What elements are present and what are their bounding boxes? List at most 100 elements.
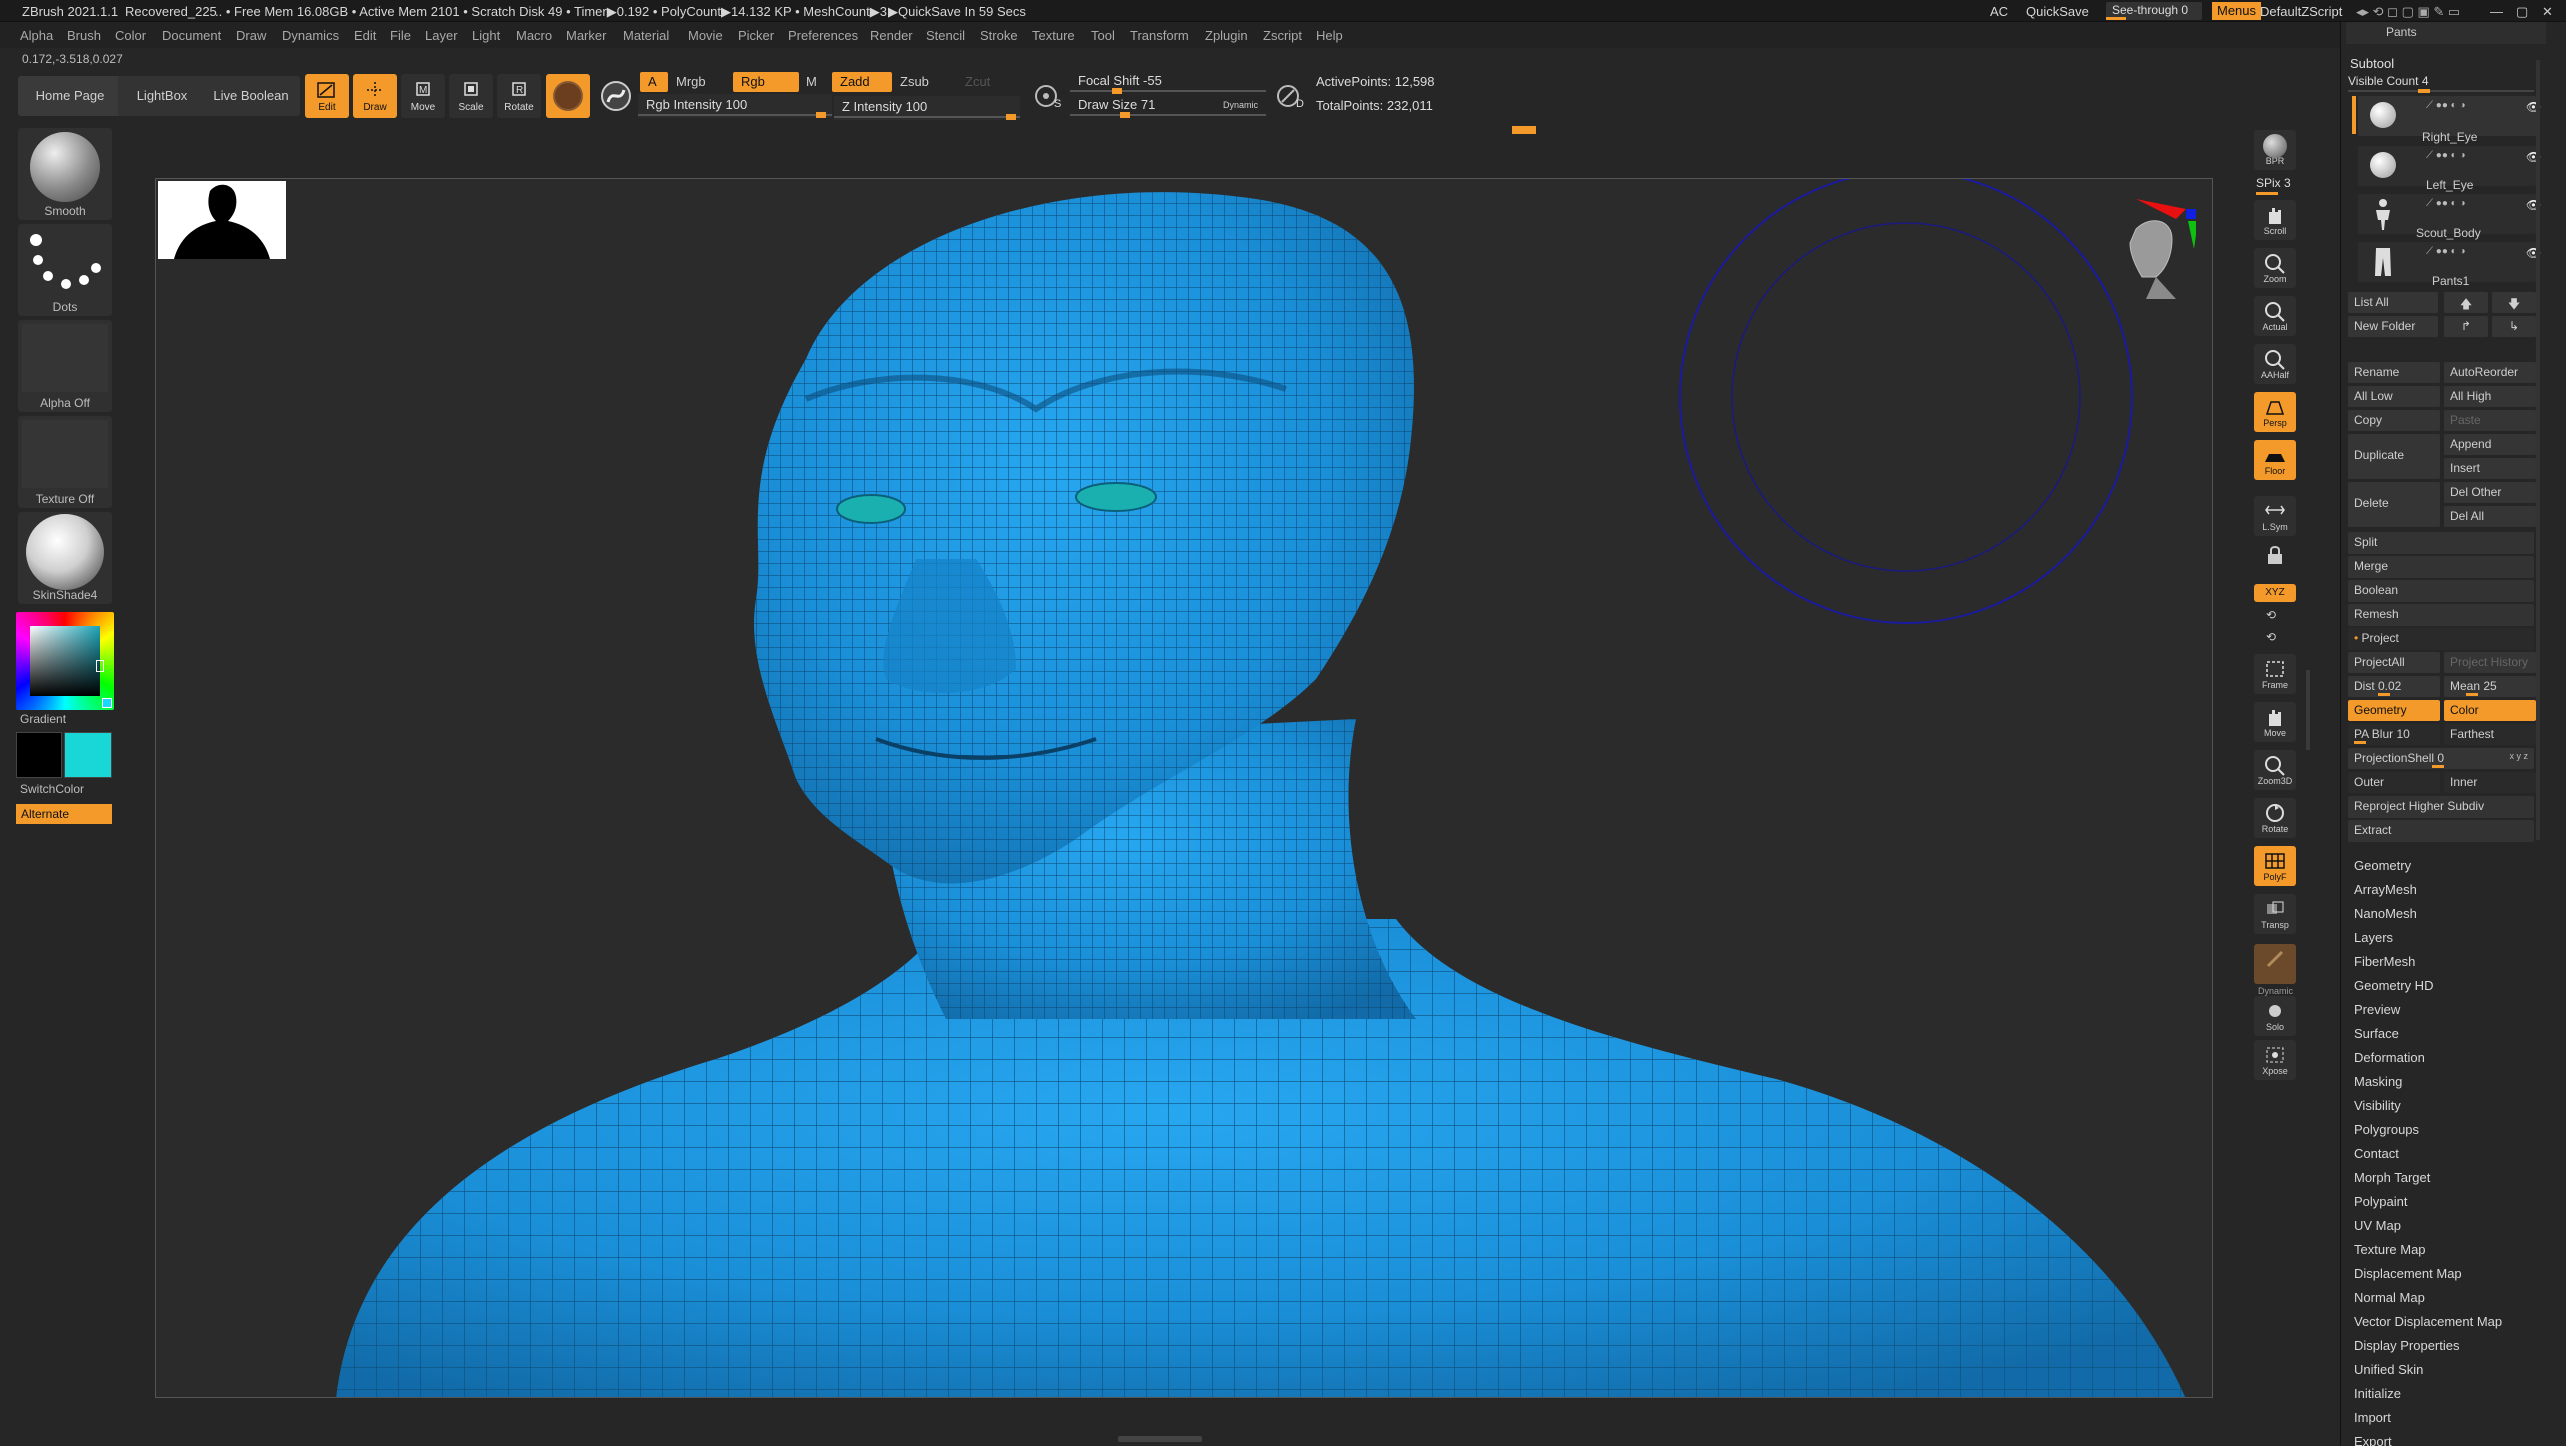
all-low-button[interactable]: All Low xyxy=(2348,386,2440,407)
z-intensity-slider[interactable]: Z Intensity 100 xyxy=(834,96,1020,120)
window-icons[interactable]: ◂▸ ⟲ ◻ ▢ ▣ ✎ ▭ xyxy=(2356,4,2460,20)
d-lock-button[interactable]: D xyxy=(1272,78,1308,114)
mean-knob[interactable] xyxy=(2466,693,2478,696)
palette-nanomesh[interactable]: NanoMesh xyxy=(2354,906,2417,921)
rgb-intensity-slider[interactable]: Rgb Intensity 100 xyxy=(638,94,832,118)
palette-texture-map[interactable]: Texture Map xyxy=(2354,1242,2426,1257)
subtool-name-right-eye[interactable]: Right_Eye xyxy=(2422,130,2477,144)
rgb-toggle[interactable]: Rgb xyxy=(733,72,799,92)
boolean-section[interactable]: Boolean xyxy=(2348,580,2534,602)
merge-section[interactable]: Merge xyxy=(2348,556,2534,578)
color-picker-square[interactable] xyxy=(30,626,100,696)
palette-polygroups[interactable]: Polygroups xyxy=(2354,1122,2419,1137)
projection-shell-slider[interactable]: ProjectionShell 0 x y z xyxy=(2348,748,2534,769)
zoom-button[interactable]: Zoom xyxy=(2254,248,2296,288)
xpose-button[interactable]: Xpose xyxy=(2254,1040,2296,1080)
menus-button[interactable]: Menus xyxy=(2212,2,2262,20)
draw-button[interactable]: Draw xyxy=(353,74,397,118)
subtool-name-pants1[interactable]: Pants1 xyxy=(2432,274,2469,288)
transp-button[interactable]: Transp xyxy=(2254,894,2296,934)
copy-button[interactable]: Copy xyxy=(2348,410,2440,431)
see-through-slider[interactable]: See-through 0 xyxy=(2106,2,2202,20)
tray-indicator[interactable] xyxy=(1512,126,1536,134)
palette-geometry[interactable]: Geometry xyxy=(2354,858,2411,873)
aahalf-button[interactable]: AAHalf xyxy=(2254,344,2296,384)
shelf-scrollbar[interactable] xyxy=(2306,670,2310,750)
material-shelf-button[interactable]: SkinShade4 xyxy=(18,512,112,604)
spix-slider[interactable]: SPix 3 xyxy=(2256,176,2291,190)
gradient-label[interactable]: Gradient xyxy=(20,712,66,726)
ac-button[interactable]: AC xyxy=(1990,4,2008,19)
mean-slider[interactable]: Mean 25 xyxy=(2444,676,2536,697)
reproject-higher-subdiv-button[interactable]: Reproject Higher Subdiv xyxy=(2348,796,2534,818)
actual-button[interactable]: Actual xyxy=(2254,296,2296,336)
rotate-z-icon[interactable]: ⟲ xyxy=(2266,630,2276,644)
palette-surface[interactable]: Surface xyxy=(2354,1026,2399,1041)
rotate-y-icon[interactable]: ⟲ xyxy=(2266,608,2276,622)
scout-body-toggles[interactable]: ⟋ ●● ◐ ◑ xyxy=(2426,246,2466,257)
secondary-color-swatch[interactable] xyxy=(64,732,112,778)
menu-zplugin[interactable]: Zplugin xyxy=(1205,28,1248,43)
visible-count-slider[interactable]: Visible Count 4 xyxy=(2348,74,2429,88)
m-toggle[interactable]: M xyxy=(798,72,825,92)
mrgb-toggle[interactable]: Mrgb xyxy=(668,72,714,92)
duplicate-button[interactable]: Duplicate xyxy=(2348,434,2440,479)
color-picker-cursor[interactable] xyxy=(96,660,104,672)
palette-preview[interactable]: Preview xyxy=(2354,1002,2400,1017)
palette-masking[interactable]: Masking xyxy=(2354,1074,2402,1089)
menu-brush[interactable]: Brush xyxy=(67,28,101,43)
panel-scrollbar[interactable] xyxy=(2536,60,2540,840)
palette-arraymesh[interactable]: ArrayMesh xyxy=(2354,882,2417,897)
subtool-name-scout-body[interactable]: Scout_Body xyxy=(2416,226,2481,240)
home-page-button[interactable]: Home Page xyxy=(18,76,122,116)
palette-morph-target[interactable]: Morph Target xyxy=(2354,1170,2430,1185)
live-boolean-button[interactable]: Live Boolean xyxy=(202,76,300,116)
menu-alpha[interactable]: Alpha xyxy=(20,28,53,43)
delete-button[interactable]: Delete xyxy=(2348,482,2440,527)
a-toggle[interactable]: A xyxy=(640,72,668,92)
z-intensity-knob[interactable] xyxy=(1006,114,1016,120)
lock-button[interactable] xyxy=(2263,544,2287,566)
zcut-toggle[interactable]: Zcut xyxy=(957,72,998,92)
navigation-head-icon[interactable] xyxy=(2106,199,2198,309)
palette-normal-map[interactable]: Normal Map xyxy=(2354,1290,2425,1305)
new-folder-button[interactable]: New Folder xyxy=(2348,316,2438,337)
palette-polypaint[interactable]: Polypaint xyxy=(2354,1194,2407,1209)
menu-light[interactable]: Light xyxy=(472,28,500,43)
palette-geometry-hd[interactable]: Geometry HD xyxy=(2354,978,2433,993)
palette-vector-displacement-map[interactable]: Vector Displacement Map xyxy=(2354,1314,2502,1329)
menu-marker[interactable]: Marker xyxy=(566,28,606,43)
append-button[interactable]: Append xyxy=(2444,434,2536,455)
document-canvas[interactable] xyxy=(155,178,2213,1398)
zoom3d-button[interactable]: Zoom3D xyxy=(2254,750,2296,790)
lsym-button[interactable]: L.Sym xyxy=(2254,496,2296,536)
menu-draw[interactable]: Draw xyxy=(236,28,266,43)
right-eye-toggles[interactable]: ⟋ ●● ◐ ◑ xyxy=(2426,150,2466,161)
rename-button[interactable]: Rename xyxy=(2348,362,2440,383)
stroke-dots-button[interactable]: Dots xyxy=(18,224,112,316)
stroke-button[interactable] xyxy=(598,74,634,118)
draw-size-knob[interactable] xyxy=(1120,112,1130,118)
brush-smooth-button[interactable]: Smooth xyxy=(18,128,112,220)
menu-edit[interactable]: Edit xyxy=(354,28,376,43)
bpr-button[interactable]: BPR xyxy=(2254,130,2296,170)
palette-initialize[interactable]: Initialize xyxy=(2354,1386,2401,1401)
minimize-icon[interactable]: — xyxy=(2490,4,2503,19)
menu-picker[interactable]: Picker xyxy=(738,28,774,43)
palette-deformation[interactable]: Deformation xyxy=(2354,1050,2425,1065)
mesh-right-eye[interactable] xyxy=(836,494,906,524)
menu-document[interactable]: Document xyxy=(162,28,221,43)
pa-blur-slider[interactable]: PA Blur 10 xyxy=(2348,724,2440,745)
menu-file[interactable]: File xyxy=(390,28,411,43)
focal-shift-slider[interactable]: Focal Shift -55 xyxy=(1070,70,1266,94)
menu-dynamics[interactable]: Dynamics xyxy=(282,28,339,43)
list-all-button[interactable]: List All xyxy=(2348,292,2438,313)
subtool-row-toggles[interactable]: ⟋ ●● ◐ ◑ xyxy=(2426,100,2466,111)
autoreorder-button[interactable]: AutoReorder xyxy=(2444,362,2536,383)
color-toggle[interactable]: Color xyxy=(2444,700,2536,721)
polyf-button[interactable]: PolyF xyxy=(2254,846,2296,886)
move-view-button[interactable]: Move xyxy=(2254,702,2296,742)
menu-texture[interactable]: Texture xyxy=(1032,28,1075,43)
texture-button[interactable]: Texture Off xyxy=(18,416,112,508)
geometry-toggle[interactable]: Geometry xyxy=(2348,700,2440,721)
